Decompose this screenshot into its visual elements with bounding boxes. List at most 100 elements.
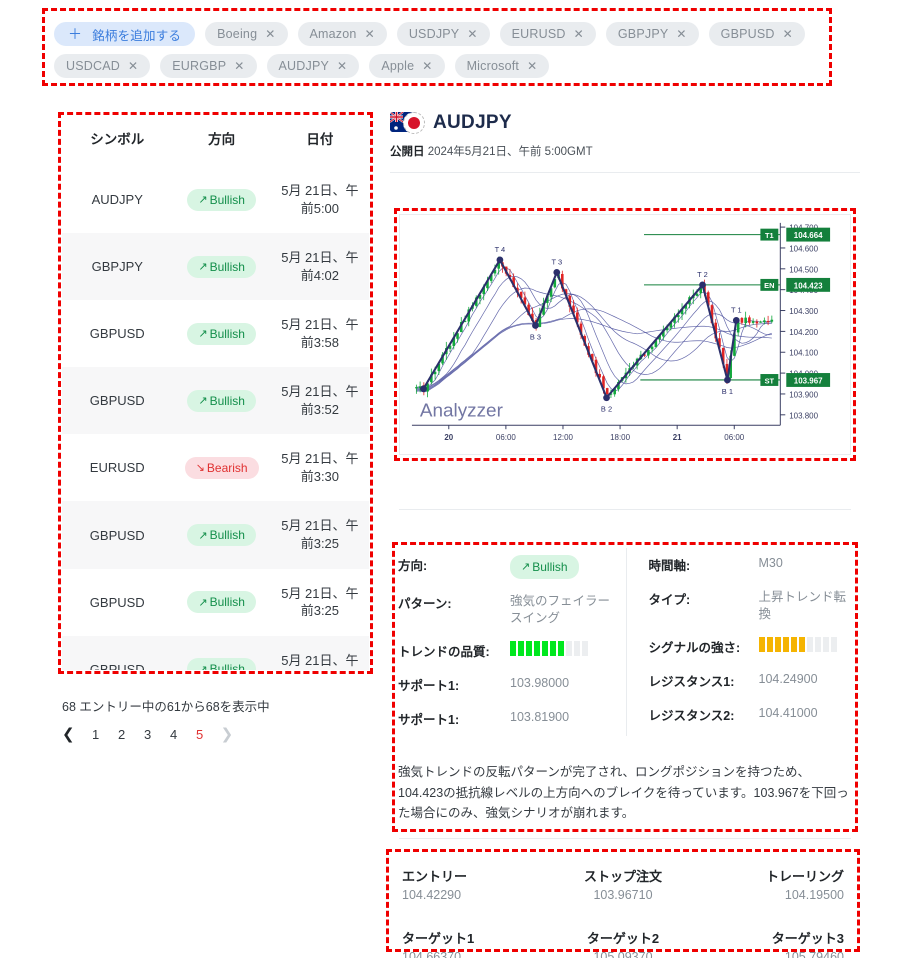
price-chart-svg: 103.800103.900104.000104.100104.200104.3… [400,215,850,454]
level-value: 104.42290 [402,888,462,902]
cell-date: 5月 21日、午前3:58 [281,317,359,350]
attribute-label: サポート1: [398,712,460,727]
attribute-label: タイプ: [648,593,691,607]
status-badge: ↗ Bullish [187,255,256,278]
column-header-symbol[interactable]: シンボル [62,116,173,166]
table-row[interactable]: GBPUSD ↗ Bullish 5月 21日、午前3:25 [62,568,369,636]
symbol-chip-amazon[interactable]: Amazon ✕ [297,22,387,46]
attribute-row: 時間軸: M30 [649,548,855,582]
close-icon[interactable]: ✕ [527,59,537,73]
badge-label: Bullish [209,528,245,543]
page-button-4[interactable]: 4 [163,722,185,746]
close-icon[interactable]: ✕ [234,59,244,73]
cell-date: 5月 21日、午前3:30 [281,451,359,484]
arrow-up-right-icon: ↗ [198,596,208,609]
table-row[interactable]: GBPUSD ↗ Bullish 5月 21日、午前3:52 [62,367,369,435]
level-tag-label: ST [765,376,775,385]
table-row[interactable]: GBPJPY ↗ Bullish 5月 21日、午前4:02 [62,233,369,301]
currency-pair-flags [390,112,425,134]
cell-direction: ↗ Bullish [173,233,271,300]
symbol-chip-boeing[interactable]: Boeing ✕ [205,22,288,46]
swing-point-label: B 2 [601,405,612,414]
symbol-chip-eurusd[interactable]: EURUSD ✕ [499,22,596,46]
badge-label: Bullish [532,560,568,574]
attribute-value [510,640,612,656]
attribute-value: 104.41000 [758,705,818,720]
chip-label: GBPJPY [617,27,669,41]
status-badge: ↗ Bullish [187,591,256,614]
signal-attributes: 方向: ↗ Bullish パターン: 強気のフェイラースイング トレンドの品質: サポート… [398,548,854,736]
swing-point-label: T 2 [697,270,708,279]
table-row[interactable]: AUDJPY ↗ Bullish 5月 21日、午前5:00 [62,166,369,234]
meter-segment [798,636,805,652]
japan-flag-icon [403,112,425,134]
close-icon[interactable]: ✕ [467,27,477,41]
page-button-3[interactable]: 3 [137,722,159,746]
close-icon[interactable]: ✕ [676,27,686,41]
close-icon[interactable]: ✕ [337,59,347,73]
table-row[interactable]: GBPUSD ↗ Bullish 5月 21日、午前3:58 [62,300,369,368]
page-button-2[interactable]: 2 [111,722,133,746]
cell-symbol: GBPUSD [89,594,145,610]
swing-point-marker [724,376,731,384]
close-icon[interactable]: ✕ [365,27,375,41]
meter-segment [534,640,540,656]
arrow-up-right-icon: ↗ [198,328,208,341]
meter-segment [550,640,556,656]
meter-segment [526,640,532,656]
signal-description: 強気トレンドの反転パターンが完了され、ロングポジションを持つため、104.423… [398,765,849,821]
table-row[interactable]: EURUSD ↘ Bearish 5月 21日、午前3:30 [62,434,369,502]
trade-levels-panel: エントリー 104.42290 ストップ注文 103.96710 トレーリング 104.1… [390,852,856,958]
cell-symbol: GBPUSD [89,393,145,409]
level-value: 103.96710 [593,888,653,902]
meter-segment [814,636,821,652]
divider-above-levels [399,838,851,839]
add-symbol-button[interactable]: ＋ 銘柄を追加する [54,22,196,46]
page-button-1[interactable]: 1 [85,722,107,746]
symbol-chip-eurgbp[interactable]: EURGBP ✕ [160,54,257,78]
page-button-5[interactable]: 5 [189,722,211,746]
meter-segment [806,636,813,652]
symbol-chip-apple[interactable]: Apple ✕ [369,54,445,78]
close-icon[interactable]: ✕ [422,59,432,73]
chip-label: Apple [381,59,415,73]
column-header-date[interactable]: 日付 [270,116,369,166]
level-label: ターゲット3 [771,931,844,946]
column-header-direction[interactable]: 方向 [172,116,271,166]
attribute-row: レジスタンス1: 104.24900 [649,664,855,698]
chevron-right-icon[interactable]: ❯ [215,725,240,743]
table-row[interactable]: GBPUSD ↗Bullish 5月 21日、午前3:22 [62,635,369,670]
table-row[interactable]: GBPUSD ↗ Bullish 5月 21日、午前3:25 [62,501,369,569]
symbol-chip-gbpusd[interactable]: GBPUSD ✕ [708,22,805,46]
arrow-up-right-icon: ↗ [198,395,208,408]
cell-direction: ↗ Bullish [173,569,271,636]
attribute-value: 103.98000 [510,675,570,690]
close-icon[interactable]: ✕ [128,59,138,73]
chart-watermark: Analyzzer [420,399,503,420]
level-value: 105.79460 [784,950,844,958]
symbol-chip-microsoft[interactable]: Microsoft ✕ [454,54,550,78]
close-icon[interactable]: ✕ [574,27,584,41]
chip-label: EURGBP [172,59,227,73]
chevron-left-icon[interactable]: ❮ [56,725,81,743]
status-badge: ↗ Bullish [187,322,256,345]
signals-table-panel[interactable]: シンボル 方向 日付 AUDJPY ↗ Bullish 5月 21日、午前5:00 GB… [62,116,369,670]
cell-symbol: EURUSD [89,460,145,476]
symbol-chip-audjpy[interactable]: AUDJPY ✕ [266,54,360,78]
meter-segment [582,640,588,656]
price-chart[interactable]: 103.800103.900104.000104.100104.200104.3… [399,214,851,455]
close-icon[interactable]: ✕ [265,27,275,41]
cell-symbol: GBPUSD [89,527,145,543]
close-icon[interactable]: ✕ [783,27,793,41]
chip-label: USDJPY [408,27,460,41]
add-symbol-label: 銘柄を追加する [92,28,182,43]
attribute-row: レジスタンス2: 104.41000 [649,698,855,732]
attribute-label: トレンドの品質: [398,644,490,659]
x-axis-tick-label: 06:00 [724,433,744,442]
badge-label: Bullish [209,259,245,274]
meter [758,636,855,652]
symbol-chip-usdcad[interactable]: USDCAD ✕ [54,54,151,78]
trade-levels-grid: エントリー 104.42290 ストップ注文 103.96710 トレーリング 104.1… [402,866,844,958]
symbol-chip-gbpjpy[interactable]: GBPJPY ✕ [605,22,699,46]
symbol-chip-usdjpy[interactable]: USDJPY ✕ [396,22,490,46]
